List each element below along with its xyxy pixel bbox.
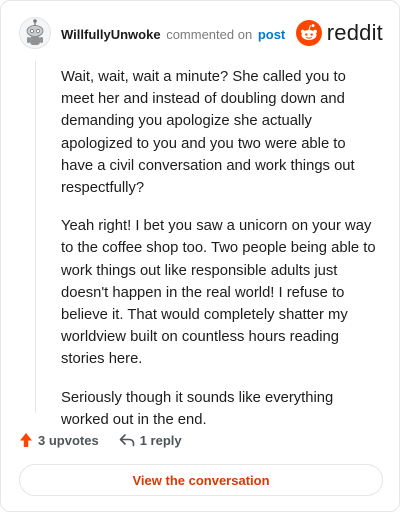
comment-header: WillfullyUnwoke commented on post reddit (19, 17, 383, 53)
thread-line[interactable] (35, 61, 36, 413)
reddit-wordmark: reddit (326, 20, 383, 45)
upvote-button[interactable]: 3 upvotes (19, 432, 99, 448)
upvote-count: 3 upvotes (38, 432, 99, 448)
reply-count: 1 reply (139, 432, 182, 448)
snoo-avatar-icon[interactable] (19, 17, 51, 49)
username-link[interactable]: WillfullyUnwoke (61, 27, 161, 42)
upvote-arrow-icon (20, 433, 32, 447)
comment-paragraph: Wait, wait, wait a minute? She called yo… (61, 69, 355, 197)
comment-card: WillfullyUnwoke commented on post reddit… (0, 0, 400, 512)
comment-paragraph: Yeah right! I bet you saw a unicorn on y… (61, 218, 376, 368)
comment-actions: 3 upvotes 1 reply (19, 430, 182, 450)
reddit-snoo-logo-icon (295, 20, 322, 46)
reply-arrow-icon (119, 434, 134, 447)
comment-body: Wait, wait, wait a minute? She called yo… (61, 66, 377, 447)
reddit-brand[interactable]: reddit (295, 18, 383, 48)
comment-paragraph: Seriously though it sounds like everythi… (61, 389, 334, 428)
commented-on-label: commented on (166, 27, 253, 42)
comment-meta: WillfullyUnwoke commented on post (61, 27, 285, 43)
reply-button[interactable]: 1 reply (119, 433, 182, 448)
view-conversation-button[interactable]: View the conversation (19, 464, 383, 496)
post-link[interactable]: post (258, 27, 285, 42)
